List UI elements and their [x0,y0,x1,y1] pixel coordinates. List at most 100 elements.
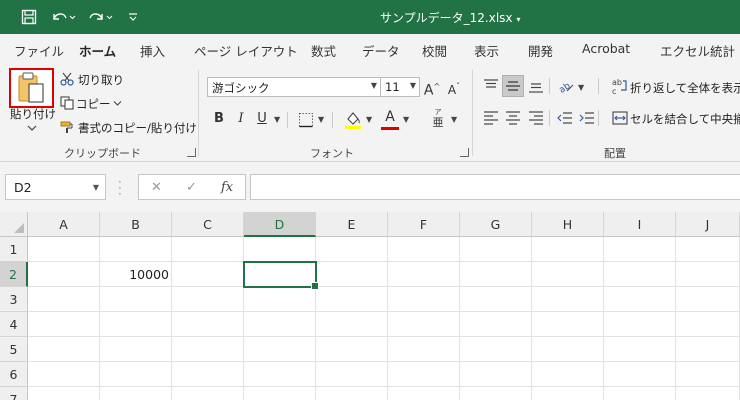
cancel-icon[interactable]: ✕ [151,180,162,195]
cell-d7[interactable] [244,387,316,400]
merge-center-button[interactable]: セルを結合して中央揃え [630,111,740,127]
tab-view[interactable]: 表示 [474,41,499,60]
fill-color-dropdown-icon[interactable]: ▼ [366,115,372,124]
column-header-e[interactable]: E [316,212,388,237]
cell-i6[interactable] [604,362,676,387]
cell-j4[interactable] [676,312,740,337]
cell-i1[interactable] [604,237,676,262]
cell-f5[interactable] [388,337,460,362]
font-size-dropdown-icon[interactable]: ▼ [410,81,416,90]
orientation-dropdown-icon[interactable]: ▼ [578,83,584,92]
cell-b7[interactable] [100,387,172,400]
font-launcher-icon[interactable] [460,148,469,157]
cell-h3[interactable] [532,287,604,312]
border-dropdown-icon[interactable]: ▼ [318,115,324,124]
cell-e5[interactable] [316,337,388,362]
cell-e6[interactable] [316,362,388,387]
insert-function-icon[interactable]: fx [221,180,233,195]
italic-button[interactable]: I [231,109,251,129]
font-name-box[interactable]: 游ゴシック ▼ [207,77,381,97]
cell-a5[interactable] [28,337,100,362]
phonetic-dropdown-icon[interactable]: ▼ [451,115,457,124]
font-color-dropdown-icon[interactable]: ▼ [403,115,409,124]
cell-h1[interactable] [532,237,604,262]
cell-f1[interactable] [388,237,460,262]
undo-icon[interactable] [48,7,78,27]
underline-button[interactable]: U [252,109,272,129]
increase-indent-icon[interactable] [579,110,595,126]
cell-c2[interactable] [172,262,244,287]
cell-c7[interactable] [172,387,244,400]
tab-home[interactable]: ホーム [79,41,117,67]
cell-a7[interactable] [28,387,100,400]
grow-font-button[interactable]: A^ [422,77,442,99]
customize-qat-icon[interactable] [124,7,142,27]
column-header-j[interactable]: J [676,212,740,237]
column-header-i[interactable]: I [604,212,676,237]
cell-d6[interactable] [244,362,316,387]
column-header-g[interactable]: G [460,212,532,237]
paste-dropdown-icon[interactable] [27,124,37,132]
cell-a4[interactable] [28,312,100,337]
cell-h6[interactable] [532,362,604,387]
column-header-h[interactable]: H [532,212,604,237]
border-icon[interactable] [298,112,314,128]
font-name-dropdown-icon[interactable]: ▼ [371,81,377,90]
cell-g3[interactable] [460,287,532,312]
cut-button[interactable]: 切り取り [78,72,124,88]
paste-label[interactable]: 貼り付け [10,106,56,122]
cell-a1[interactable] [28,237,100,262]
active-cell-d2[interactable] [243,261,319,290]
cell-b1[interactable] [100,237,172,262]
decrease-indent-icon[interactable] [557,110,573,126]
cell-h4[interactable] [532,312,604,337]
redo-icon[interactable] [86,7,116,27]
cell-c5[interactable] [172,337,244,362]
cell-i7[interactable] [604,387,676,400]
cell-g1[interactable] [460,237,532,262]
cell-h2[interactable] [532,262,604,287]
tab-file[interactable]: ファイル [14,41,64,60]
format-painter-button[interactable]: 書式のコピー/貼り付け [78,120,197,136]
cell-b4[interactable] [100,312,172,337]
column-header-b[interactable]: B [100,212,172,237]
cell-e2[interactable] [316,262,388,287]
column-header-f[interactable]: F [388,212,460,237]
cell-f2[interactable] [388,262,460,287]
enter-icon[interactable]: ✓ [186,180,197,195]
cell-j2[interactable] [676,262,740,287]
cell-d1[interactable] [244,237,316,262]
cell-j1[interactable] [676,237,740,262]
tab-acrobat[interactable]: Acrobat [582,41,630,56]
row-header-5[interactable]: 5 [0,337,28,362]
tab-excel-statistics[interactable]: エクセル統計 [660,41,735,60]
font-color-button[interactable]: A [380,108,400,126]
cell-j7[interactable] [676,387,740,400]
cell-c3[interactable] [172,287,244,312]
align-top-icon[interactable] [483,78,499,94]
cell-b2[interactable]: 10000 [100,262,172,287]
formula-input[interactable] [250,174,740,200]
cell-j3[interactable] [676,287,740,312]
align-right-icon[interactable] [528,110,544,126]
row-header-4[interactable]: 4 [0,312,28,337]
copy-dropdown-icon[interactable] [113,100,122,107]
bold-button[interactable]: B [209,109,229,129]
column-header-c[interactable]: C [172,212,244,237]
cell-b5[interactable] [100,337,172,362]
cell-f6[interactable] [388,362,460,387]
tab-developer[interactable]: 開発 [528,41,553,60]
cell-a2[interactable] [28,262,100,287]
row-header-3[interactable]: 3 [0,287,28,312]
cell-c4[interactable] [172,312,244,337]
formula-bar-resize-handle[interactable]: · · · [118,176,122,200]
cell-a3[interactable] [28,287,100,312]
cell-i3[interactable] [604,287,676,312]
tab-page-layout[interactable]: ページ レイアウト [194,41,298,60]
cell-i2[interactable] [604,262,676,287]
cell-j6[interactable] [676,362,740,387]
cell-g7[interactable] [460,387,532,400]
cell-d5[interactable] [244,337,316,362]
cell-i5[interactable] [604,337,676,362]
cell-c1[interactable] [172,237,244,262]
